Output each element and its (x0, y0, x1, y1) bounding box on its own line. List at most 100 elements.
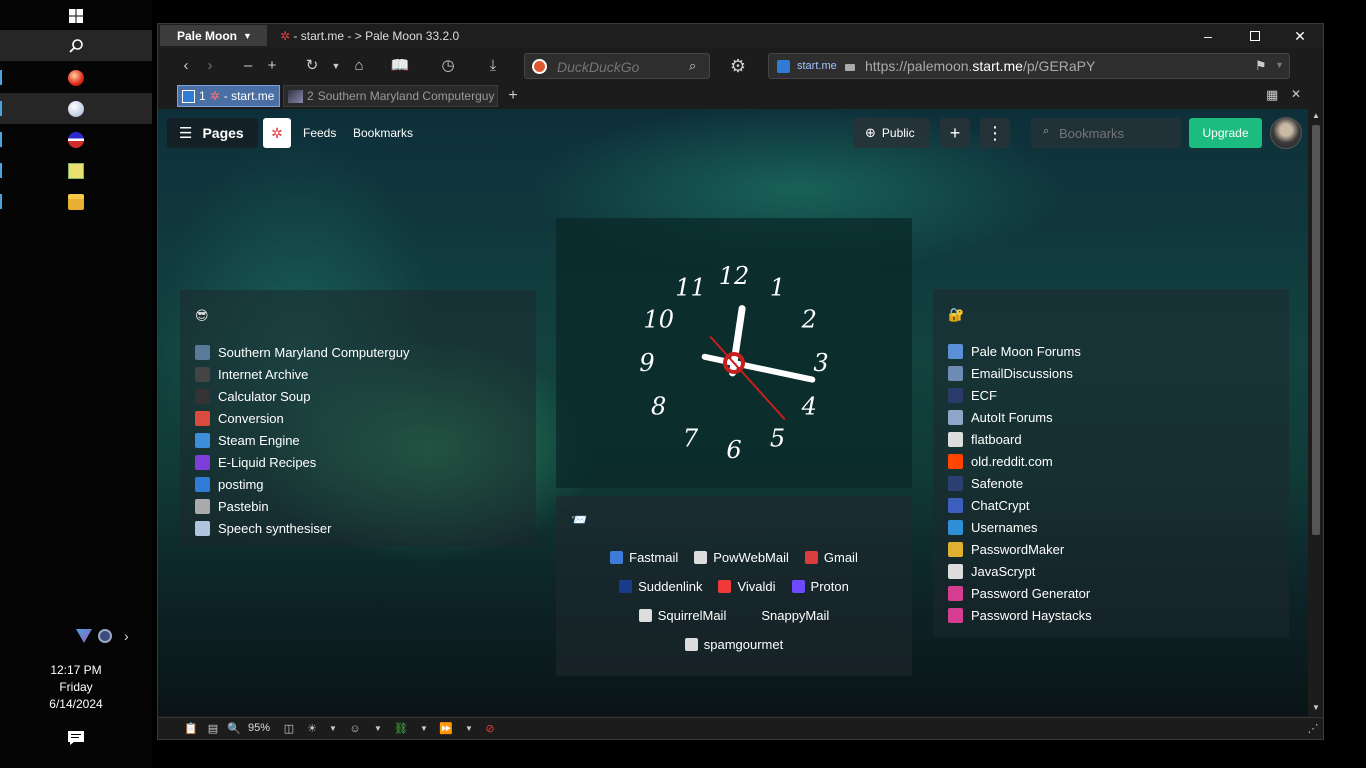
mail-link[interactable]: Gmail (804, 550, 858, 565)
mail-link[interactable]: PowWebMail (694, 550, 789, 565)
dropdown-arrow-icon[interactable]: ▼ (371, 722, 385, 736)
more-options-button[interactable]: ⋮ (980, 118, 1010, 148)
bookmark-link[interactable]: AutoIt Forums (948, 406, 1092, 428)
notification-badge-icon[interactable]: ⊘ (483, 722, 497, 736)
mail-link[interactable]: SquirrelMail (638, 608, 726, 623)
bookmark-link[interactable]: ECF (948, 384, 1092, 406)
bookmark-link[interactable]: Conversion (195, 407, 410, 429)
bookmark-link[interactable]: Usernames (948, 516, 1092, 538)
zoom-in-button[interactable]: + (262, 56, 282, 76)
bookmark-link[interactable]: Southern Maryland Computerguy (195, 341, 410, 363)
pages-menu-button[interactable]: ☰ Pages (167, 118, 258, 148)
identity-label[interactable]: start.me (797, 60, 837, 72)
zoom-level[interactable]: 95% (248, 722, 270, 734)
mail-link[interactable]: SnappyMail (742, 608, 829, 623)
dropdown-arrow-icon[interactable]: ▼ (417, 722, 431, 736)
zoom-out-button[interactable]: – (238, 56, 258, 76)
maximize-button[interactable] (1247, 28, 1263, 44)
bookmark-link[interactable]: JavaScrypt (948, 560, 1092, 582)
upgrade-button[interactable]: Upgrade (1189, 118, 1262, 148)
mail-link[interactable]: Suddenlink (619, 579, 702, 594)
back-button[interactable]: ‹ (176, 56, 196, 76)
bookmark-link[interactable]: Internet Archive (195, 363, 410, 385)
start-button[interactable] (0, 0, 152, 31)
vertical-scrollbar[interactable]: ▲ ▼ (1309, 109, 1323, 716)
bookmark-link[interactable]: Calculator Soup (195, 385, 410, 407)
bookmark-link[interactable]: Password Generator (948, 582, 1092, 604)
bookmark-link[interactable]: Pale Moon Forums (948, 340, 1092, 362)
archive-icon[interactable]: ▤ (206, 722, 220, 736)
bookmarks-menu-button[interactable]: 📖 (390, 56, 410, 76)
scroll-up-arrow-icon[interactable]: ▲ (1312, 111, 1320, 120)
page-style-icon[interactable]: ◫ (282, 722, 296, 736)
close-tab-icon[interactable]: ✕ (1291, 87, 1301, 101)
dropdown-arrow-icon[interactable]: ▼ (326, 722, 340, 736)
clipboard-icon[interactable]: 📋 (184, 722, 198, 736)
address-bar[interactable]: start.me https://palemoon.start.me/p/GER… (768, 53, 1290, 79)
search-input[interactable] (557, 58, 687, 76)
bookmark-link[interactable]: ChatCrypt (948, 494, 1092, 516)
bookmark-link[interactable]: Safenote (948, 472, 1092, 494)
downloads-button[interactable]: ⤓ (483, 56, 503, 76)
scroll-thumb[interactable] (1312, 125, 1320, 535)
bookmark-link[interactable]: EmailDiscussions (948, 362, 1092, 384)
zoom-icon[interactable]: 🔍 (227, 722, 241, 736)
bookmark-link[interactable]: Password Haystacks (948, 604, 1092, 626)
forward-button[interactable]: › (200, 56, 220, 76)
tab-southern-maryland[interactable]: 2 Southern Maryland Computerguy (283, 85, 498, 107)
minimize-button[interactable]: – (1200, 28, 1216, 44)
lock-tray-icon[interactable] (98, 629, 112, 643)
taskbar-file-explorer[interactable] (0, 186, 152, 217)
new-tab-button[interactable]: + (502, 86, 524, 106)
chevron-right-icon[interactable]: › (124, 628, 129, 644)
bookmark-link[interactable]: postimg (195, 473, 410, 495)
reload-button[interactable]: ↻ (302, 56, 322, 76)
notifications-icon[interactable] (67, 730, 85, 746)
fast-forward-icon[interactable]: ⏩ (439, 722, 453, 736)
home-button[interactable]: ⌂ (349, 56, 369, 76)
mail-link[interactable]: Proton (791, 579, 849, 594)
bookmarks-search[interactable]: ⌕ (1031, 118, 1181, 148)
mail-link[interactable]: Fastmail (610, 550, 678, 565)
link-icon[interactable]: ⛓ (394, 722, 408, 736)
public-button[interactable]: ⊕ Public (853, 118, 930, 148)
close-window-button[interactable]: ✕ (1292, 28, 1308, 44)
scroll-down-arrow-icon[interactable]: ▼ (1312, 703, 1320, 712)
taskbar-pale-moon[interactable] (0, 93, 152, 124)
startme-logo-button[interactable]: ✲ (263, 118, 291, 148)
taskbar-notepad[interactable] (0, 155, 152, 186)
bookmark-link[interactable]: E-Liquid Recipes (195, 451, 410, 473)
bookmark-link[interactable]: Steam Engine (195, 429, 410, 451)
magnifier-icon[interactable]: ⌕ (689, 58, 696, 74)
search-bar[interactable]: ⌕ (524, 53, 710, 79)
history-button[interactable]: ◷ (438, 56, 458, 76)
add-widget-button[interactable]: + (940, 118, 970, 148)
bookmark-link[interactable]: Pastebin (195, 495, 410, 517)
bookmarks-link[interactable]: Bookmarks (353, 126, 413, 140)
bookmark-link[interactable]: flatboard (948, 428, 1092, 450)
resize-grip-icon[interactable]: ⋰ (1306, 722, 1320, 736)
feeds-link[interactable]: Feeds (303, 126, 336, 140)
mail-link[interactable]: spamgourmet (684, 637, 783, 652)
app-menu-button[interactable]: Pale Moon ▼ (160, 25, 267, 46)
preferences-gear-icon[interactable]: ⚙ (728, 56, 748, 76)
user-avatar[interactable] (1270, 117, 1302, 149)
taskbar-app-3[interactable] (0, 124, 152, 155)
bookmarks-search-input[interactable] (1059, 124, 1175, 142)
vpn-shield-icon[interactable] (76, 629, 92, 643)
taskbar-clock[interactable]: 12:17 PM Friday 6/14/2024 (0, 662, 152, 713)
lock-icon[interactable] (845, 59, 855, 71)
tab-grid-icon[interactable]: ▦ (1266, 87, 1278, 103)
bookmark-link[interactable]: Speech synthesiser (195, 517, 410, 539)
reload-dropdown-icon[interactable]: ▼ (326, 56, 346, 76)
bookmark-star-icon[interactable]: ⚑ (1255, 58, 1267, 74)
bookmark-link[interactable]: old.reddit.com (948, 450, 1092, 472)
brightness-icon[interactable]: ☀ (305, 722, 319, 736)
dropdown-arrow-icon[interactable]: ▼ (462, 722, 476, 736)
addon-face-icon[interactable]: ☺ (348, 722, 362, 736)
tab-startme[interactable]: 1 ✲ - start.me (177, 85, 280, 107)
taskbar-app-1[interactable] (0, 62, 152, 93)
taskbar-search-button[interactable] (0, 30, 152, 61)
mail-link[interactable]: Vivaldi (718, 579, 776, 594)
bookmark-link[interactable]: PasswordMaker (948, 538, 1092, 560)
